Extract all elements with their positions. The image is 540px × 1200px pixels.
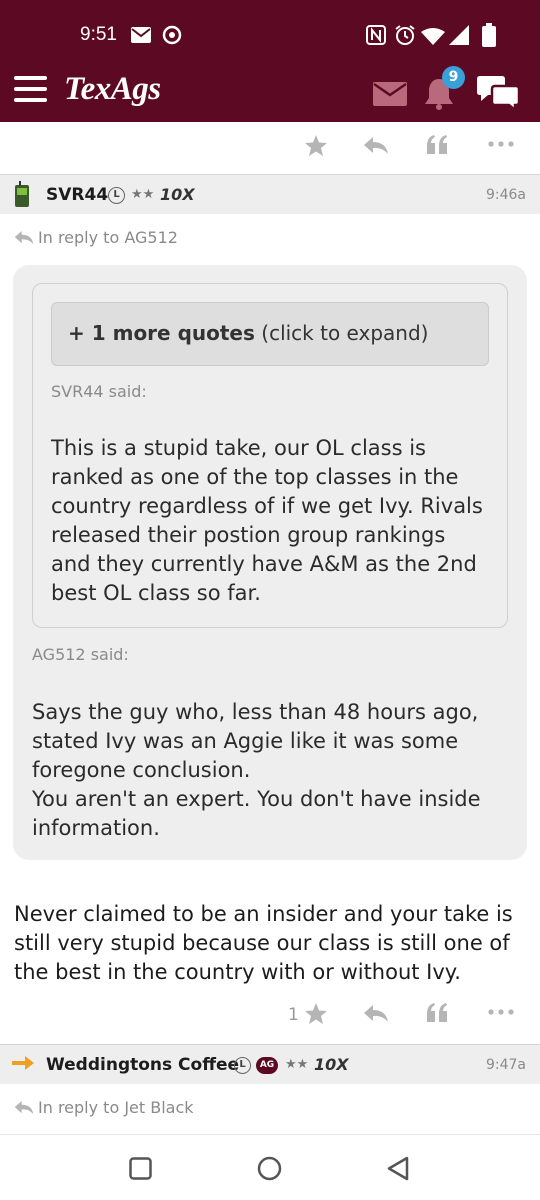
text-line: released their postion group rankings: [51, 523, 446, 547]
text-line: country regardless of if we get Ivy. Riv…: [51, 494, 483, 518]
quote-text: Says the guy who, less than 48 hours ago…: [32, 698, 481, 843]
reply-icon[interactable]: [363, 1004, 389, 1023]
nfc-icon: [366, 25, 386, 45]
status-time: 9:51: [80, 24, 117, 45]
battery-icon: [482, 23, 496, 47]
reply-arrow-icon: [14, 230, 34, 245]
quote-author: AG512 said:: [32, 645, 129, 664]
app-bar: TexAgs 9: [0, 62, 540, 122]
more-options-icon[interactable]: [488, 1009, 514, 1015]
nested-quote-author: SVR44 said:: [51, 382, 147, 401]
post-username[interactable]: SVR44: [46, 185, 108, 205]
text-line: information.: [32, 816, 160, 840]
rank-stars: ★★: [285, 1057, 309, 1072]
premium-10x-badge: 10X: [160, 185, 195, 204]
post-header: SVR44 L ★★ 10X 9:46a: [0, 174, 540, 214]
level-badge: L: [108, 187, 125, 204]
rank-stars: ★★: [131, 187, 155, 202]
reply-to-line[interactable]: In reply to Jet Black: [14, 1098, 194, 1117]
text-line: and they currently have A&M as the 2nd: [51, 552, 477, 576]
nested-quote-text: This is a stupid take, our OL class is r…: [51, 434, 483, 608]
post-header: Weddingtons Coffee L AG ★★ 10X 9:47a: [0, 1044, 540, 1084]
reply-to-text: In reply to Jet Black: [38, 1098, 194, 1117]
ag-badge: AG: [256, 1057, 278, 1074]
reply-arrow-icon: [14, 1100, 34, 1115]
text-line: ranked as one of the top classes in the: [51, 465, 459, 489]
arrow-avatar-icon: [12, 1056, 34, 1070]
status-bar: 9:51: [0, 0, 540, 66]
star-icon[interactable]: [304, 1002, 328, 1025]
text-line: stated Ivy was an Aggie like it was some: [32, 729, 459, 753]
back-icon[interactable]: [386, 1156, 410, 1181]
reply-icon[interactable]: [363, 136, 389, 155]
more-quotes-hint: (click to expand): [254, 321, 429, 345]
quote-block: + 1 more quotes (click to expand) SVR44 …: [13, 265, 527, 860]
phone-avatar-icon: [15, 181, 29, 207]
text-line: still very stupid because our class is s…: [14, 931, 510, 955]
notification-badge: 9: [442, 66, 465, 89]
text-line: Never claimed to be an insider and your …: [14, 902, 513, 926]
signal-icon: [449, 25, 469, 45]
system-navigation-bar: [0, 1134, 540, 1200]
reply-to-text: In reply to AG512: [38, 228, 178, 247]
text-line: foregone conclusion.: [32, 758, 251, 782]
quote-icon[interactable]: [426, 1002, 448, 1024]
home-icon[interactable]: [257, 1156, 282, 1181]
mail-status-icon: [131, 27, 151, 43]
nested-quote: + 1 more quotes (click to expand) SVR44 …: [32, 283, 508, 628]
text-line: This is a stupid take, our OL class is: [51, 436, 426, 460]
post-time: 9:47a: [485, 1057, 526, 1073]
thread-content[interactable]: SVR44 L ★★ 10X 9:46a In reply to AG512 +…: [0, 122, 540, 1134]
star-icon[interactable]: [304, 134, 328, 157]
hamburger-menu-icon[interactable]: [14, 76, 47, 103]
post-action-bar: 1: [0, 990, 540, 1040]
brand-logo[interactable]: TexAgs: [64, 71, 161, 108]
premium-10x-badge: 10X: [314, 1055, 349, 1074]
chrome-status-icon: [162, 25, 182, 45]
expand-quotes-button[interactable]: + 1 more quotes (click to expand): [51, 302, 489, 366]
text-line: You aren't an expert. You don't have ins…: [32, 787, 481, 811]
level-badge: L: [234, 1057, 251, 1074]
quote-icon[interactable]: [426, 134, 448, 156]
wifi-icon: [421, 28, 445, 45]
chat-bubbles-icon[interactable]: [475, 75, 521, 111]
messages-icon[interactable]: [373, 82, 407, 106]
text-line: Says the guy who, less than 48 hours ago…: [32, 700, 479, 724]
more-quotes-count: + 1 more quotes: [68, 321, 255, 345]
text-line: best OL class so far.: [51, 581, 261, 605]
text-line: the best in the country with or without …: [14, 960, 461, 984]
more-options-icon[interactable]: [488, 141, 514, 147]
notification-count: 9: [448, 69, 459, 85]
post-username[interactable]: Weddingtons Coffee: [46, 1055, 239, 1075]
post-time: 9:46a: [485, 187, 526, 203]
post-body: Never claimed to be an insider and your …: [14, 900, 526, 987]
star-count: 1: [288, 1005, 299, 1025]
recent-apps-icon[interactable]: [129, 1157, 152, 1180]
alarm-icon: [395, 25, 415, 45]
reply-to-line[interactable]: In reply to AG512: [14, 228, 178, 247]
previous-post-action-bar: [0, 122, 540, 172]
